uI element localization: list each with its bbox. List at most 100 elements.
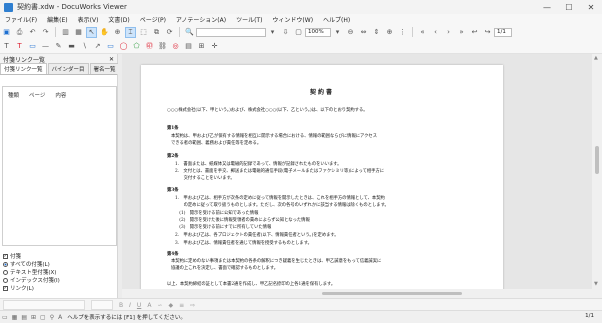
stamp-icon[interactable]: ㊞ bbox=[144, 41, 155, 52]
menu-window[interactable]: ウィンドウ(W) bbox=[267, 15, 318, 24]
menu-page[interactable]: ページ(P) bbox=[135, 15, 171, 24]
back-icon[interactable]: ↩ bbox=[469, 27, 480, 38]
area-select-icon[interactable]: ⬚ bbox=[138, 27, 149, 38]
find-next-icon[interactable]: ⇩ bbox=[280, 27, 291, 38]
scroll-down-icon[interactable]: ▼ bbox=[594, 281, 598, 287]
print-icon[interactable]: ⎙ bbox=[14, 27, 25, 38]
polygon-icon[interactable]: ⬠ bbox=[131, 41, 142, 52]
crosshair-icon[interactable]: ✛ bbox=[209, 41, 220, 52]
font-select[interactable] bbox=[3, 300, 85, 310]
line-color-icon[interactable]: ∽ bbox=[157, 302, 162, 309]
zoom-tool-icon[interactable]: ⊕ bbox=[112, 27, 123, 38]
underline-icon[interactable]: U bbox=[137, 302, 141, 309]
thumbnail-icon[interactable]: ▦ bbox=[73, 27, 84, 38]
italic-icon[interactable]: I bbox=[129, 302, 131, 309]
fill-color-icon[interactable]: ◆ bbox=[168, 302, 173, 309]
bold-icon[interactable]: B bbox=[119, 302, 123, 309]
next-page-icon[interactable]: › bbox=[443, 27, 454, 38]
undo-icon[interactable]: ↶ bbox=[27, 27, 38, 38]
search-icon[interactable]: 🔍 bbox=[184, 27, 195, 38]
maximize-button[interactable]: ☐ bbox=[558, 0, 580, 14]
option-text-sticky[interactable]: テキスト型付箋(X) bbox=[3, 268, 60, 276]
radio-button[interactable] bbox=[3, 261, 8, 267]
first-page-icon[interactable]: « bbox=[417, 27, 428, 38]
option-link[interactable]: ✓ リンク(L) bbox=[3, 284, 60, 292]
status-view-icon[interactable]: ▭ bbox=[2, 314, 8, 321]
chevron-down-icon[interactable]: ▾ bbox=[332, 27, 343, 38]
pen-icon[interactable]: ∖ bbox=[79, 41, 90, 52]
rectangle-icon[interactable]: ▭ bbox=[105, 41, 116, 52]
prev-page-icon[interactable]: ‹ bbox=[430, 27, 441, 38]
redo-icon[interactable]: ↷ bbox=[40, 27, 51, 38]
select-tool-icon[interactable]: ↖ bbox=[86, 26, 97, 38]
forward-icon[interactable]: ↪ bbox=[482, 27, 493, 38]
option-all-sticky[interactable]: すべての付箋(L) bbox=[3, 260, 60, 268]
copy-icon[interactable]: ⧉ bbox=[151, 27, 162, 38]
date-stamp-icon[interactable]: ◎ bbox=[170, 41, 181, 52]
tab-signatures[interactable]: 署名一覧 bbox=[89, 63, 120, 74]
text-select-icon[interactable]: ⌶ bbox=[125, 26, 136, 38]
menu-help[interactable]: ヘルプ(H) bbox=[318, 15, 355, 24]
menu-file[interactable]: ファイル(F) bbox=[0, 15, 42, 24]
arrow-style-icon[interactable]: ⇨ bbox=[190, 302, 195, 309]
link-icon[interactable]: ⛓ bbox=[157, 41, 168, 52]
fit-height-icon[interactable]: ⇕ bbox=[371, 27, 382, 38]
close-window-button[interactable]: ✕ bbox=[580, 0, 602, 14]
status-grid-icon[interactable]: ⊞ bbox=[31, 314, 36, 321]
panel-toggle-icon[interactable]: ▥ bbox=[60, 27, 71, 38]
status-page-icon[interactable]: ▢ bbox=[40, 314, 46, 321]
grid-icon[interactable]: ⋮ bbox=[397, 27, 408, 38]
arrow-icon[interactable]: ↗ bbox=[92, 41, 103, 52]
horizontal-scrollbar[interactable] bbox=[122, 289, 592, 298]
menu-view[interactable]: 表示(V) bbox=[73, 15, 104, 24]
search-input[interactable] bbox=[196, 27, 266, 37]
last-page-icon[interactable]: » bbox=[456, 27, 467, 38]
font-size-select[interactable] bbox=[91, 300, 113, 310]
minimize-button[interactable]: — bbox=[536, 0, 558, 14]
tab-sticky-links[interactable]: 付箋リンク一覧 bbox=[0, 63, 47, 74]
red-text-icon[interactable]: T bbox=[14, 41, 25, 52]
scroll-up-icon[interactable]: ▲ bbox=[594, 55, 598, 61]
page-number-input[interactable]: 1/1 bbox=[494, 27, 512, 37]
document-view[interactable]: 契約書 ○○○株式会社(以下、甲という。)および、株式会社○○○(以下、乙という… bbox=[122, 54, 592, 289]
zoom-out-icon[interactable]: ⊖ bbox=[345, 27, 356, 38]
highlighter-icon[interactable]: ▬ bbox=[66, 41, 77, 52]
radio-button[interactable] bbox=[3, 277, 8, 283]
radio-button[interactable] bbox=[3, 269, 8, 275]
column-type[interactable]: 種類 bbox=[8, 91, 19, 99]
marker-icon[interactable]: ✎ bbox=[53, 41, 64, 52]
status-thumb-icon[interactable]: ▦ bbox=[12, 314, 18, 321]
sticky-list[interactable]: 種類 ページ 内容 bbox=[2, 86, 117, 246]
hand-tool-icon[interactable]: ✋ bbox=[99, 27, 110, 38]
vertical-scrollbar[interactable]: ▲ ▼ bbox=[592, 54, 602, 289]
vertical-scroll-thumb[interactable] bbox=[595, 146, 599, 174]
sticky-note-icon[interactable]: ▭ bbox=[27, 41, 38, 52]
chevron-down-icon[interactable]: ▾ bbox=[267, 27, 278, 38]
column-page[interactable]: ページ bbox=[29, 91, 45, 99]
line-icon[interactable]: — bbox=[40, 41, 51, 52]
column-content[interactable]: 内容 bbox=[55, 91, 66, 99]
menu-annotation[interactable]: アノテーション(A) bbox=[171, 15, 231, 24]
image-icon[interactable]: ▤ bbox=[183, 41, 194, 52]
rotate-icon[interactable]: ⟳ bbox=[164, 27, 175, 38]
menu-tools[interactable]: ツール(T) bbox=[231, 15, 267, 24]
menu-document[interactable]: 文書(D) bbox=[103, 15, 134, 24]
status-text-icon[interactable]: A bbox=[58, 314, 62, 321]
option-index-sticky[interactable]: インデックス付箋(I) bbox=[3, 276, 60, 284]
tab-binder[interactable]: バインダー目 bbox=[47, 63, 89, 74]
panel-close-icon[interactable]: ✕ bbox=[109, 56, 114, 63]
option-sticky[interactable]: ✓ 付箋 bbox=[3, 252, 60, 260]
checkbox[interactable]: ✓ bbox=[3, 285, 8, 291]
zoom-select[interactable]: 100% bbox=[305, 27, 331, 37]
ellipse-icon[interactable]: ◯ bbox=[118, 41, 129, 52]
grid-annotation-icon[interactable]: ⊞ bbox=[196, 41, 207, 52]
status-scan-icon[interactable]: ▤ bbox=[21, 314, 27, 321]
fit-page-icon[interactable]: ▢ bbox=[293, 27, 304, 38]
menu-edit[interactable]: 編集(E) bbox=[42, 15, 72, 24]
horizontal-scroll-thumb[interactable] bbox=[322, 292, 462, 295]
save-icon[interactable]: ▣ bbox=[1, 27, 12, 38]
line-style-icon[interactable]: ≡ bbox=[179, 302, 184, 309]
fit-width-icon[interactable]: ⇔ bbox=[358, 27, 369, 38]
zoom-in-icon[interactable]: ⊕ bbox=[384, 27, 395, 38]
checkbox[interactable]: ✓ bbox=[3, 253, 8, 259]
